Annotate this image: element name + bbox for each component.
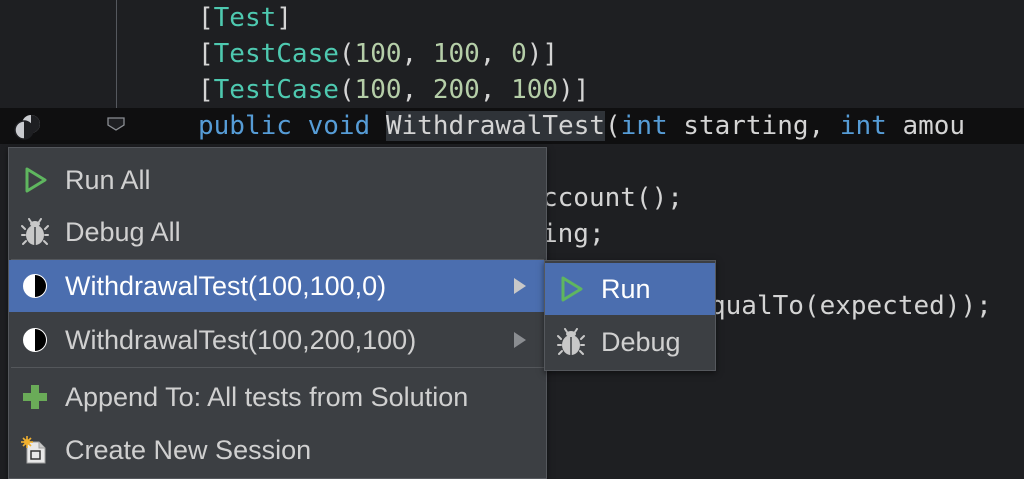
method-name: WithdrawalTest — [385, 111, 606, 141]
submenu-item-run[interactable]: Run — [545, 263, 715, 315]
run-icon — [25, 167, 47, 193]
test-context-menu: Run All Debug All WithdrawalTest(100,100… — [8, 147, 547, 479]
menu-item-label: WithdrawalTest(100,100,0) — [65, 270, 387, 301]
code-line-7: qualTo(expected)); — [710, 291, 992, 321]
bug-icon — [21, 218, 49, 245]
menu-item-label: Create New Session — [65, 434, 312, 465]
fold-guide — [116, 0, 117, 120]
submenu-arrow-icon — [514, 332, 526, 348]
test-status-icon — [23, 274, 47, 298]
test-status-icon — [23, 328, 47, 352]
menu-item-label: Append To: All tests from Solution — [65, 381, 469, 412]
menu-item-create-new-session[interactable]: Create New Session — [9, 424, 546, 476]
menu-item-debug-all[interactable]: Debug All — [9, 206, 546, 258]
code-line-2: [TestCase(100, 100, 0)] — [198, 39, 559, 69]
code-line-3: [TestCase(100, 200, 100)] — [198, 75, 590, 105]
menu-item-test-100-100-0[interactable]: WithdrawalTest(100,100,0) — [9, 260, 546, 312]
submenu-item-debug[interactable]: Debug — [545, 316, 715, 368]
menu-item-label: Run All — [65, 164, 151, 195]
menu-item-append-to[interactable]: Append To: All tests from Solution — [9, 371, 546, 423]
menu-item-test-100-200-100[interactable]: WithdrawalTest(100,200,100) — [9, 314, 546, 366]
submenu-arrow-icon — [514, 278, 526, 294]
bug-icon — [557, 328, 585, 355]
unit-test-gutter-icon[interactable] — [14, 113, 42, 141]
menu-item-label: WithdrawalTest(100,200,100) — [65, 324, 417, 355]
code-line-4: public void WithdrawalTest(int starting,… — [198, 111, 966, 141]
menu-item-run-all[interactable]: Run All — [9, 154, 546, 206]
plus-icon — [23, 385, 47, 409]
run-icon — [561, 276, 583, 302]
code-line-6: ing; — [542, 219, 605, 249]
menu-item-label: Debug All — [65, 216, 181, 247]
code-line-5: ccount(); — [542, 183, 683, 213]
test-submenu: Run Debug — [544, 260, 716, 371]
fold-collapse-icon[interactable] — [107, 117, 125, 131]
menu-separator — [11, 367, 544, 368]
code-line-1: [Test] — [198, 3, 292, 33]
submenu-item-label: Run — [601, 273, 651, 304]
new-session-icon — [21, 436, 46, 464]
submenu-item-label: Debug — [601, 326, 681, 357]
